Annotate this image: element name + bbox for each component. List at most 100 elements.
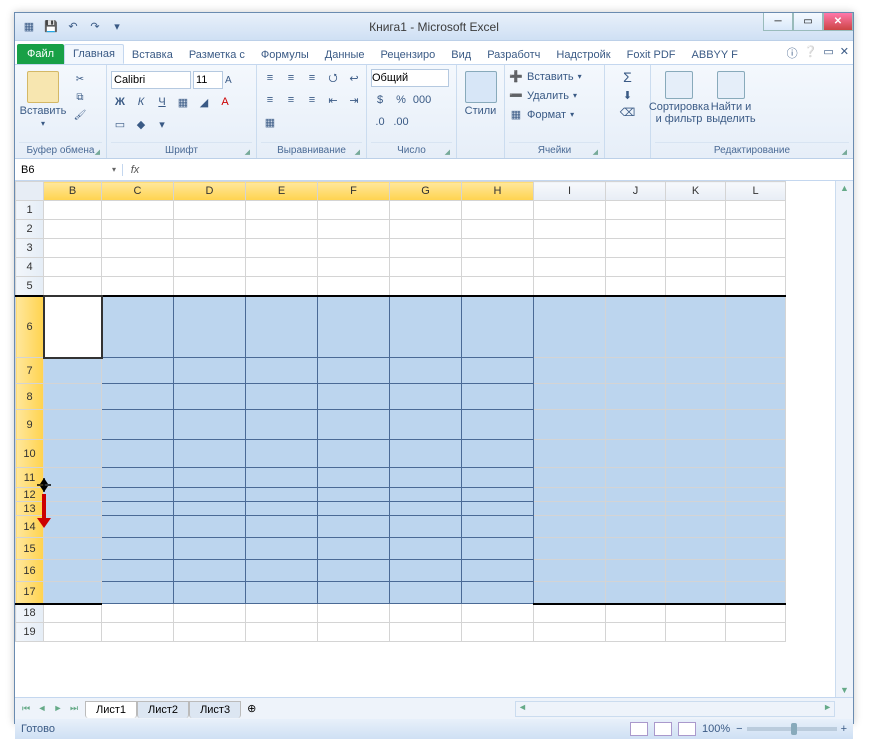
cell-B12[interactable]	[44, 488, 102, 502]
cell-B2[interactable]	[44, 220, 102, 239]
row-header-12[interactable]: 12	[16, 488, 44, 502]
cell-J19[interactable]	[606, 623, 666, 642]
minimize-button[interactable]: ─	[763, 13, 793, 31]
cell-H19[interactable]	[462, 623, 534, 642]
cell-C8[interactable]	[102, 384, 174, 410]
cell-D1[interactable]	[174, 201, 246, 220]
cell-L3[interactable]	[726, 239, 786, 258]
cell-K17[interactable]	[666, 582, 726, 604]
prev-sheet-icon[interactable]: ◄	[35, 703, 49, 714]
cell-E7[interactable]	[246, 358, 318, 384]
cell-J16[interactable]	[606, 560, 666, 582]
cell-D19[interactable]	[174, 623, 246, 642]
sort-filter-button[interactable]: Сортировка и фильтр	[655, 67, 703, 125]
cell-F1[interactable]	[318, 201, 390, 220]
cell-G15[interactable]	[390, 538, 462, 560]
find-select-button[interactable]: Найти и выделить	[707, 67, 755, 125]
row-header-9[interactable]: 9	[16, 410, 44, 440]
cell-L6[interactable]	[726, 296, 786, 358]
row-header-13[interactable]: 13	[16, 502, 44, 516]
cell-F7[interactable]	[318, 358, 390, 384]
cell-C17[interactable]	[102, 582, 174, 604]
row-header-7[interactable]: 7	[16, 358, 44, 384]
border-bottom-icon[interactable]: ▭	[111, 115, 129, 133]
cell-H4[interactable]	[462, 258, 534, 277]
cell-B3[interactable]	[44, 239, 102, 258]
cell-E9[interactable]	[246, 410, 318, 440]
cell-I12[interactable]	[534, 488, 606, 502]
cell-I15[interactable]	[534, 538, 606, 560]
cell-G12[interactable]	[390, 488, 462, 502]
cell-G6[interactable]	[390, 296, 462, 358]
cell-D14[interactable]	[174, 516, 246, 538]
cell-J11[interactable]	[606, 468, 666, 488]
cell-I14[interactable]	[534, 516, 606, 538]
cell-F19[interactable]	[318, 623, 390, 642]
cell-K4[interactable]	[666, 258, 726, 277]
col-header-E[interactable]: E	[246, 182, 318, 201]
cell-G13[interactable]	[390, 502, 462, 516]
cell-B18[interactable]	[44, 604, 102, 623]
cell-E19[interactable]	[246, 623, 318, 642]
cell-F11[interactable]	[318, 468, 390, 488]
cell-D17[interactable]	[174, 582, 246, 604]
cell-D15[interactable]	[174, 538, 246, 560]
cell-L9[interactable]	[726, 410, 786, 440]
cell-G10[interactable]	[390, 440, 462, 468]
format-cells-button[interactable]: ▦Формат▾	[509, 107, 574, 122]
cell-F16[interactable]	[318, 560, 390, 582]
cell-G17[interactable]	[390, 582, 462, 604]
name-box[interactable]: B6 ▾	[15, 164, 123, 176]
cell-B19[interactable]	[44, 623, 102, 642]
cell-G14[interactable]	[390, 516, 462, 538]
cell-D8[interactable]	[174, 384, 246, 410]
row-header-3[interactable]: 3	[16, 239, 44, 258]
cell-H10[interactable]	[462, 440, 534, 468]
align-middle-icon[interactable]: ≡	[282, 69, 300, 87]
cell-L2[interactable]	[726, 220, 786, 239]
cell-G18[interactable]	[390, 604, 462, 623]
row-header-16[interactable]: 16	[16, 560, 44, 582]
row-header-10[interactable]: 10	[16, 440, 44, 468]
cell-I1[interactable]	[534, 201, 606, 220]
cell-J12[interactable]	[606, 488, 666, 502]
cell-H15[interactable]	[462, 538, 534, 560]
cell-E15[interactable]	[246, 538, 318, 560]
close-button[interactable]: ✕	[823, 13, 853, 31]
cell-B10[interactable]	[44, 440, 102, 468]
cell-L10[interactable]	[726, 440, 786, 468]
cell-G3[interactable]	[390, 239, 462, 258]
cell-C3[interactable]	[102, 239, 174, 258]
zoom-in-button[interactable]: +	[841, 723, 847, 735]
fx-icon[interactable]: fx	[123, 164, 147, 176]
vertical-scrollbar[interactable]	[835, 181, 853, 697]
zoom-out-button[interactable]: −	[736, 723, 742, 735]
cell-L19[interactable]	[726, 623, 786, 642]
cell-J5[interactable]	[606, 277, 666, 296]
cell-C10[interactable]	[102, 440, 174, 468]
cell-K14[interactable]	[666, 516, 726, 538]
cell-F10[interactable]	[318, 440, 390, 468]
cell-D3[interactable]	[174, 239, 246, 258]
redo-icon[interactable]: ↷	[85, 17, 105, 37]
cell-F18[interactable]	[318, 604, 390, 623]
row-header-14[interactable]: 14	[16, 516, 44, 538]
align-center-icon[interactable]: ≡	[282, 91, 300, 109]
zoom-slider[interactable]	[747, 727, 837, 731]
page-break-view-button[interactable]	[678, 722, 696, 736]
cell-I4[interactable]	[534, 258, 606, 277]
tab-addins[interactable]: Надстройк	[548, 46, 618, 64]
copy-icon[interactable]: ⧉	[71, 89, 89, 105]
cell-C9[interactable]	[102, 410, 174, 440]
cell-L11[interactable]	[726, 468, 786, 488]
cell-K9[interactable]	[666, 410, 726, 440]
increase-decimal-icon[interactable]: .0	[371, 113, 389, 131]
col-header-H[interactable]: H	[462, 182, 534, 201]
col-header-I[interactable]: I	[534, 182, 606, 201]
row-header-2[interactable]: 2	[16, 220, 44, 239]
align-bottom-icon[interactable]: ≡	[303, 69, 321, 87]
cell-K11[interactable]	[666, 468, 726, 488]
cell-E2[interactable]	[246, 220, 318, 239]
col-header-J[interactable]: J	[606, 182, 666, 201]
cell-F6[interactable]	[318, 296, 390, 358]
